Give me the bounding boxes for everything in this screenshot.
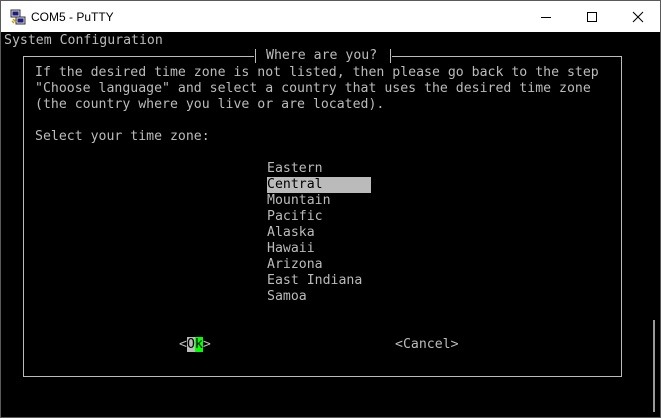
dialog-message-line: "Choose language" and select a country t… (35, 81, 591, 96)
timezone-option[interactable]: Arizona (267, 257, 323, 273)
close-icon (632, 11, 644, 22)
system-configuration-header: System Configuration (4, 33, 163, 48)
scrollbar[interactable] (648, 32, 660, 417)
putty-window: COM5 - PuTTY System Configuration Where … (0, 0, 661, 418)
timezone-option[interactable]: Pacific (267, 209, 323, 225)
ok-button-letter-k: k (194, 337, 203, 352)
ok-button-left-bracket: < (179, 337, 187, 352)
dialog-message-line: (the country where you live or are locat… (35, 97, 385, 112)
title-bar[interactable]: COM5 - PuTTY (1, 1, 660, 32)
timezone-prompt: Select your time zone: (35, 129, 210, 144)
timezone-option[interactable]: Samoa (267, 289, 307, 305)
maximize-button[interactable] (569, 1, 615, 32)
putty-icon[interactable] (10, 9, 26, 25)
ok-button[interactable]: <Ok> (179, 337, 211, 353)
ok-button-right-bracket: > (202, 337, 211, 352)
maximize-icon (587, 11, 597, 22)
timezone-option-selected[interactable]: Central (267, 177, 371, 193)
timezone-option[interactable]: Eastern (267, 161, 323, 177)
cancel-button[interactable]: <Cancel> (395, 337, 459, 353)
timezone-option[interactable]: Hawaii (267, 241, 315, 257)
scrollbar-thumb[interactable] (653, 320, 655, 412)
timezone-option[interactable]: Alaska (267, 225, 315, 241)
dialog-message-line: If the desired time zone is not listed, … (35, 65, 599, 80)
dialog-title-left-tick (255, 49, 256, 63)
minimize-icon (541, 16, 551, 18)
terminal-area[interactable]: System Configuration Where are you? If t… (1, 32, 648, 417)
timezone-option[interactable]: East Indiana (267, 273, 362, 289)
close-button[interactable] (615, 1, 661, 32)
window-title: COM5 - PuTTY (31, 10, 114, 24)
ok-button-letter-o: O (186, 337, 195, 352)
dialog-title: Where are you? (266, 48, 378, 63)
dialog-title-right-tick (390, 49, 391, 63)
minimize-button[interactable] (523, 1, 569, 32)
timezone-option[interactable]: Mountain (267, 193, 331, 209)
